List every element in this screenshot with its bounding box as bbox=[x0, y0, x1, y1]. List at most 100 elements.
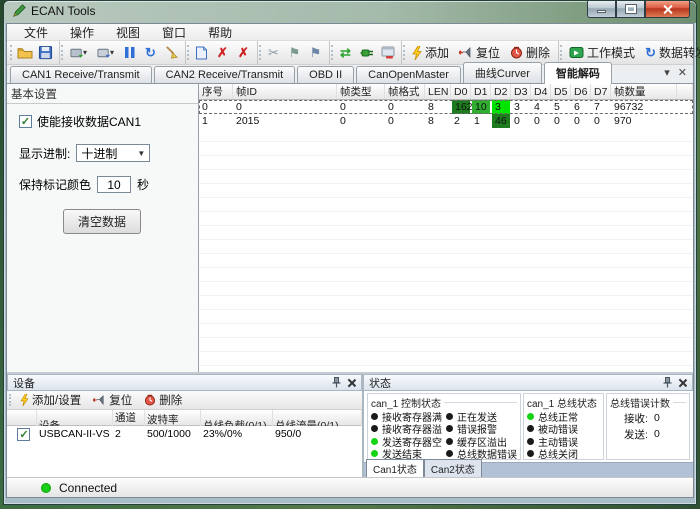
col-len[interactable]: LEN bbox=[425, 84, 451, 99]
edit-delete-button[interactable]: ✗ bbox=[212, 43, 233, 63]
led-indicator bbox=[527, 438, 534, 445]
data-forward-button[interactable]: ↻ 数据转发 bbox=[640, 43, 700, 62]
tab-obd2[interactable]: OBD II bbox=[297, 66, 354, 83]
disconnect-button[interactable] bbox=[377, 43, 398, 63]
device-name: USBCAN-II-VS bbox=[37, 428, 113, 440]
connect-button[interactable] bbox=[356, 43, 377, 63]
tab-curve[interactable]: 曲线Curver bbox=[463, 62, 542, 83]
col-index[interactable]: 序号 bbox=[199, 84, 233, 99]
tab-can2-status[interactable]: Can2状态 bbox=[424, 459, 482, 477]
status-tab-bar: Can1状态 Can2状态 bbox=[364, 462, 693, 477]
device-row[interactable]: USBCAN-II-VS 2 500/1000 23%/0% 950/0 bbox=[7, 426, 362, 442]
enable-receive-checkbox[interactable] bbox=[19, 115, 32, 128]
keep-color-input[interactable] bbox=[97, 176, 131, 193]
led-indicator bbox=[446, 450, 453, 457]
menu-bar: 文件 操作 视图 窗口 帮助 bbox=[7, 24, 693, 41]
device-reset-button[interactable]: 复位 bbox=[88, 392, 137, 408]
col-d5[interactable]: D5 bbox=[551, 84, 571, 99]
table-row[interactable]: 1 2015 0 0 8 2 1 46 0 0 0 0 0 970 bbox=[199, 114, 693, 128]
col-d0[interactable]: D0 bbox=[451, 84, 471, 99]
flag-icon: ⚑ bbox=[289, 46, 301, 59]
device-channels: 2 bbox=[113, 428, 145, 440]
radix-value: 十进制 bbox=[81, 145, 117, 162]
tab-can1-status[interactable]: Can1状态 bbox=[366, 459, 424, 477]
col-d7[interactable]: D7 bbox=[591, 84, 611, 99]
device-enable-checkbox[interactable] bbox=[17, 428, 30, 441]
select-arrow-icon: ▼ bbox=[137, 149, 145, 158]
green-swap-icon: ⇄ bbox=[340, 46, 351, 59]
device-baud: 500/1000 bbox=[145, 428, 201, 440]
highlighted-cell: 3 bbox=[492, 100, 510, 114]
table-row[interactable]: 0 0 0 0 8 162 10 3 3 4 5 6 7 96732 bbox=[199, 100, 693, 114]
status-panel-caption[interactable]: 状态 bbox=[364, 374, 693, 391]
device-open-button[interactable]: ▾ bbox=[65, 43, 92, 63]
menu-window[interactable]: 窗口 bbox=[151, 23, 197, 42]
panel-close-icon[interactable] bbox=[679, 379, 687, 387]
work-mode-button[interactable]: 工作模式 bbox=[564, 43, 640, 62]
radix-label: 显示进制: bbox=[19, 145, 70, 162]
device-delete-button[interactable]: 删除 bbox=[139, 392, 187, 408]
col-frame-format[interactable]: 帧格式 bbox=[385, 84, 425, 99]
add-device-label: 添加 bbox=[425, 44, 449, 61]
tab-list-dropdown-icon[interactable]: ▾ bbox=[664, 68, 670, 79]
device-panel-caption[interactable]: 设备 bbox=[7, 374, 362, 391]
led-indicator bbox=[446, 438, 453, 445]
device-start-button[interactable]: ▾ bbox=[92, 43, 119, 63]
col-frame-id[interactable]: 帧ID bbox=[233, 84, 337, 99]
status-body: can_1 控制状态 接收寄存器满 接收寄存器溢 发送寄存器空 发送结束 正在接… bbox=[364, 391, 693, 462]
red-cross-icon: ✗ bbox=[238, 46, 249, 59]
new-frame-button[interactable] bbox=[191, 43, 212, 63]
led-indicator bbox=[527, 413, 534, 420]
col-d3[interactable]: D3 bbox=[511, 84, 531, 99]
radix-select[interactable]: 十进制 ▼ bbox=[76, 144, 150, 162]
blue-refresh-icon: ↻ bbox=[645, 46, 656, 59]
device-add-settings-button[interactable]: 添加/设置 bbox=[15, 392, 86, 408]
toolbar-group-edit: ✗ ✗ bbox=[186, 41, 258, 64]
menu-file[interactable]: 文件 bbox=[13, 23, 59, 42]
tab-can1-receive-transmit[interactable]: CAN1 Receive/Transmit bbox=[10, 66, 152, 83]
add-device-button[interactable]: 添加 bbox=[407, 43, 454, 62]
refresh-button[interactable]: ↻ bbox=[140, 43, 161, 63]
enable-receive-label: 使能接收数据CAN1 bbox=[37, 113, 141, 130]
tab-can2-receive-transmit[interactable]: CAN2 Receive/Transmit bbox=[154, 66, 296, 83]
tab-close-icon[interactable]: ✕ bbox=[678, 68, 687, 79]
save-button[interactable] bbox=[35, 43, 56, 63]
col-frame-count[interactable]: 帧数量 bbox=[611, 84, 677, 99]
bus-status-group: can_1 总线状态 总线正常 被动错误 主动错误 总线关闭 bbox=[523, 393, 604, 460]
broom-icon bbox=[164, 45, 179, 60]
title-bar[interactable]: ECAN Tools bbox=[4, 1, 696, 23]
pin-icon[interactable] bbox=[332, 377, 341, 388]
mark-button[interactable]: ⚑ bbox=[284, 43, 305, 63]
pause-button[interactable] bbox=[119, 43, 140, 63]
tab-canopenmaster[interactable]: CanOpenMaster bbox=[356, 66, 461, 83]
device-panel: 设备 添加/设置 bbox=[7, 374, 364, 477]
dropdown-caret-icon: ▾ bbox=[83, 48, 87, 57]
menu-help[interactable]: 帮助 bbox=[197, 23, 243, 42]
cut-button[interactable]: ✂ bbox=[263, 43, 284, 63]
pin-icon[interactable] bbox=[663, 377, 672, 388]
col-d2[interactable]: D2 bbox=[491, 84, 511, 99]
col-d1[interactable]: D1 bbox=[471, 84, 491, 99]
panel-close-icon[interactable] bbox=[348, 379, 356, 387]
delete-all-button[interactable]: ✗ bbox=[233, 43, 254, 63]
device-add-settings-label: 添加/设置 bbox=[32, 392, 81, 408]
open-file-button[interactable] bbox=[14, 43, 35, 63]
col-d4[interactable]: D4 bbox=[531, 84, 551, 99]
close-button[interactable] bbox=[645, 1, 690, 18]
menu-operation[interactable]: 操作 bbox=[59, 23, 105, 42]
col-frame-type[interactable]: 帧类型 bbox=[337, 84, 385, 99]
maximize-button[interactable] bbox=[616, 1, 645, 18]
delete-device-button[interactable]: 删除 bbox=[505, 43, 555, 62]
clear-data-button[interactable]: 清空数据 bbox=[63, 209, 141, 234]
exchange-button[interactable]: ⇄ bbox=[335, 43, 356, 63]
reset-device-button[interactable]: 复位 bbox=[454, 43, 505, 62]
minimize-button[interactable] bbox=[587, 1, 616, 18]
clear-screen-button[interactable] bbox=[161, 43, 182, 63]
col-d6[interactable]: D6 bbox=[571, 84, 591, 99]
pause-icon bbox=[124, 46, 136, 59]
menu-view[interactable]: 视图 bbox=[105, 23, 151, 42]
scissors-icon: ✂ bbox=[268, 46, 279, 59]
tab-smart-decode[interactable]: 智能解码 bbox=[544, 62, 612, 84]
goto-mark-button[interactable]: ⚑ bbox=[305, 43, 326, 63]
lightning-icon bbox=[412, 46, 422, 60]
